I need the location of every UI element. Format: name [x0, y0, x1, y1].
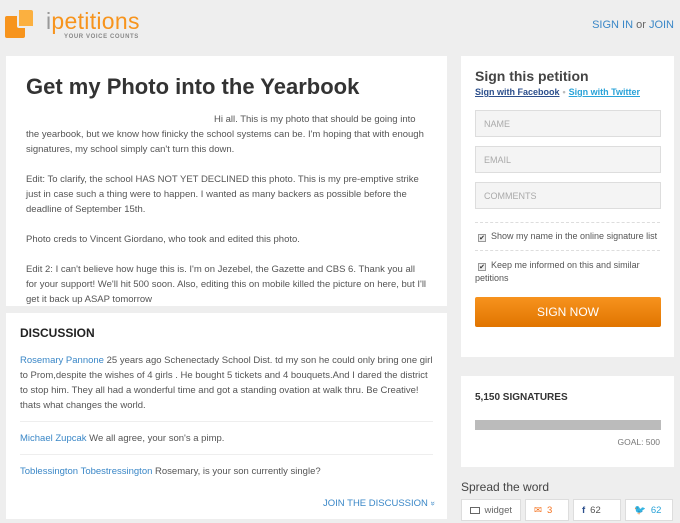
- comment-author[interactable]: Rosemary Pannone: [20, 355, 104, 366]
- email-share-button[interactable]: ✉ 3: [525, 499, 569, 521]
- comments-input[interactable]: [475, 182, 661, 209]
- sign-petition-card: Sign this petition Sign with Facebook • Si…: [461, 56, 674, 357]
- chevron-down-icon: »: [428, 501, 438, 506]
- signature-goal: GOAL: 500: [617, 437, 660, 447]
- keep-informed-label: Keep me informed on this and similar pet…: [475, 260, 640, 283]
- separator-dot: •: [562, 87, 566, 97]
- comment-text: Rosemary, is your son currently single?: [155, 466, 321, 477]
- petition-paragraph: Edit 2: I can't believe how huge this is…: [26, 264, 427, 305]
- petition-paragraph: Photo creds to Vincent Giordano, who too…: [26, 234, 300, 245]
- signatures-card: 5,150 SIGNATURES GOAL: 500: [461, 376, 674, 467]
- discussion-card: DISCUSSION Rosemary Pannone 25 years ago…: [6, 313, 447, 519]
- email-input[interactable]: [475, 146, 661, 173]
- widget-icon: [470, 506, 480, 514]
- comment-author[interactable]: Michael Zupcak: [20, 433, 87, 444]
- twitter-icon: 🐦: [634, 504, 646, 516]
- comment-author[interactable]: Toblessington Tobestressington: [20, 466, 152, 477]
- discussion-heading: DISCUSSION: [20, 326, 95, 340]
- join-link[interactable]: JOIN: [649, 19, 674, 31]
- signature-count: 5,150 SIGNATURES: [475, 392, 568, 403]
- sign-with-facebook-link[interactable]: Sign with Facebook: [475, 87, 560, 97]
- comment-item: Rosemary Pannone 25 years ago Schenectad…: [20, 353, 433, 422]
- keep-informed-checkbox[interactable]: ✔: [478, 263, 486, 271]
- envelope-icon: ✉: [534, 504, 542, 516]
- facebook-share-button[interactable]: f 62: [573, 499, 621, 521]
- auth-links: SIGN IN or JOIN: [592, 19, 674, 31]
- petition-title: Get my Photo into the Yearbook: [26, 74, 360, 99]
- sign-with-twitter-link[interactable]: Sign with Twitter: [569, 87, 640, 97]
- petition-paragraph: Hi all. This is my photo that should be …: [26, 114, 424, 155]
- petition-paragraph: Edit: To clarify, the school HAS NOT YET…: [26, 174, 419, 215]
- logo-tagline: YOUR VOICE COUNTS: [64, 34, 139, 40]
- logo[interactable]: ipetitions YOUR VOICE COUNTS: [5, 8, 140, 40]
- comment-item: Toblessington Tobestressington Rosemary,…: [20, 464, 433, 487]
- show-name-label: Show my name in the online signature lis…: [491, 231, 658, 241]
- sign-in-link[interactable]: SIGN IN: [592, 19, 633, 31]
- sign-now-button[interactable]: SIGN NOW: [475, 297, 661, 327]
- show-name-option: ✔ Show my name in the online signature li…: [475, 222, 660, 242]
- share-buttons: widget ✉ 3 f 62 🐦 62: [461, 499, 673, 521]
- comment-item: Michael Zupcak We all agree, your son's …: [20, 431, 433, 455]
- show-name-checkbox[interactable]: ✔: [478, 234, 486, 242]
- spread-heading: Spread the word: [461, 480, 550, 494]
- keep-informed-option: ✔ Keep me informed on this and similar pe…: [475, 250, 660, 285]
- sign-heading: Sign this petition: [475, 68, 589, 84]
- site-header: ipetitions YOUR VOICE COUNTS SIGN IN or …: [0, 0, 680, 50]
- join-discussion-link[interactable]: JOIN THE DISCUSSION »: [323, 498, 438, 509]
- name-input[interactable]: [475, 110, 661, 137]
- signature-progress-bar: [475, 420, 661, 430]
- or-text: or: [636, 19, 646, 31]
- petition-card: Get my Photo into the Yearbook Hi all. T…: [6, 56, 447, 306]
- facebook-icon: f: [582, 504, 586, 516]
- logo-icon: [5, 10, 33, 38]
- logo-name: ipetitions: [46, 8, 140, 34]
- comment-text: We all agree, your son's a pimp.: [89, 433, 225, 444]
- widget-button[interactable]: widget: [461, 499, 521, 521]
- twitter-share-button[interactable]: 🐦 62: [625, 499, 673, 521]
